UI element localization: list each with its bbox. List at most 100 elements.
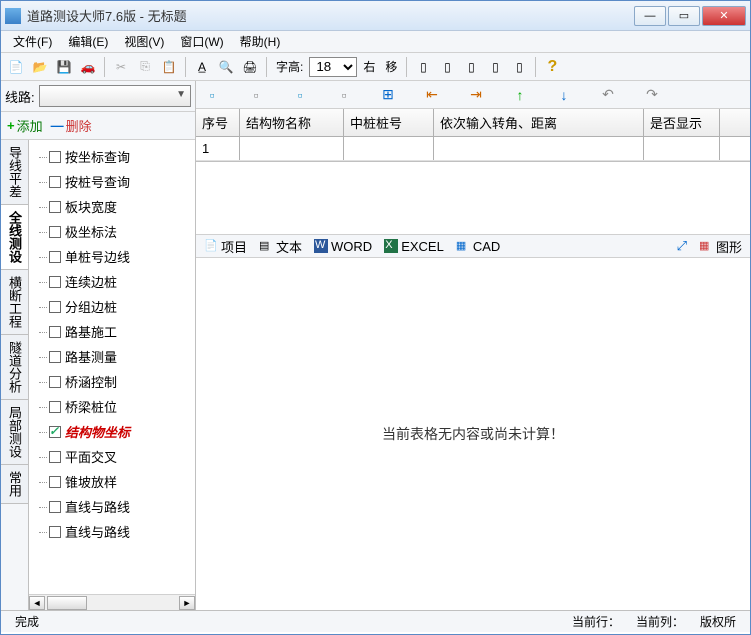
tree-item-7[interactable]: 路基施工 — [31, 319, 193, 344]
tree-item-3[interactable]: 极坐标法 — [31, 219, 193, 244]
tree-item-13[interactable]: 锥坡放样 — [31, 469, 193, 494]
tree-item-12[interactable]: 平面交叉 — [31, 444, 193, 469]
side-tab-2[interactable]: 横断工程 — [1, 270, 28, 335]
maximize-button[interactable]: ▭ — [668, 6, 700, 26]
tree-item-5[interactable]: 连续边桩 — [31, 269, 193, 294]
checkbox-icon[interactable] — [49, 276, 61, 288]
help-icon[interactable]: ? — [541, 56, 563, 78]
export-excel[interactable]: XEXCEL — [380, 239, 448, 254]
route-label: 线路: — [5, 87, 35, 106]
route-combo[interactable] — [39, 85, 191, 107]
tree-item-0[interactable]: 按坐标查询 — [31, 144, 193, 169]
align2-icon[interactable]: ▯ — [436, 56, 458, 78]
checkbox-icon[interactable] — [49, 426, 61, 438]
checkbox-icon[interactable] — [49, 476, 61, 488]
redo-icon[interactable]: ↷ — [642, 85, 662, 105]
checkbox-icon[interactable] — [49, 226, 61, 238]
side-tab-4[interactable]: 局部测设 — [1, 400, 28, 465]
font-height-select[interactable]: 18 — [309, 57, 357, 77]
side-tab-0[interactable]: 导线平差 — [1, 140, 28, 205]
scroll-left-icon[interactable]: ◄ — [29, 596, 45, 610]
copy-icon[interactable]: ⎘ — [134, 56, 156, 78]
tree-item-2[interactable]: 板块宽度 — [31, 194, 193, 219]
th-seq[interactable]: 序号 — [196, 109, 240, 136]
export-text[interactable]: ▤文本 — [255, 237, 306, 256]
menu-view[interactable]: 视图(V) — [118, 31, 170, 52]
text-icon: ▤ — [259, 239, 273, 253]
export-project[interactable]: 📄项目 — [200, 237, 251, 256]
close-button[interactable]: ✕ — [702, 6, 746, 26]
export-word[interactable]: WWORD — [310, 239, 376, 254]
th-stake[interactable]: 中桩桩号 — [344, 109, 434, 136]
undo-icon[interactable]: ↶ — [598, 85, 618, 105]
th-show[interactable]: 是否显示 — [644, 109, 720, 136]
move-down-icon[interactable]: ↓ — [554, 85, 574, 105]
scroll-right-icon[interactable]: ► — [179, 596, 195, 610]
h-scrollbar[interactable]: ◄ ► — [29, 594, 195, 610]
paste-row-icon[interactable]: ▫ — [290, 85, 310, 105]
menu-window[interactable]: 窗口(W) — [174, 31, 229, 52]
copy-row-icon[interactable]: ▫ — [246, 85, 266, 105]
tree-item-6[interactable]: 分组边桩 — [31, 294, 193, 319]
th-input[interactable]: 依次输入转角、距离 — [434, 109, 644, 136]
align4-icon[interactable]: ▯ — [484, 56, 506, 78]
tree-item-11[interactable]: 结构物坐标 — [31, 419, 193, 444]
menu-edit[interactable]: 编辑(E) — [62, 31, 114, 52]
insert-after-icon[interactable]: ⇥ — [466, 85, 486, 105]
calc-icon[interactable]: ⊞ — [378, 85, 398, 105]
checkbox-icon[interactable] — [49, 526, 61, 538]
checkbox-icon[interactable] — [49, 301, 61, 313]
menu-help[interactable]: 帮助(H) — [234, 31, 287, 52]
tree-item-10[interactable]: 桥梁桩位 — [31, 394, 193, 419]
cut-icon[interactable]: ✂ — [110, 56, 132, 78]
minimize-button[interactable]: — — [634, 6, 666, 26]
right-label[interactable]: 右 — [359, 58, 379, 75]
align1-icon[interactable]: ▯ — [412, 56, 434, 78]
add-button[interactable]: + 添加 — [7, 116, 43, 135]
export-graphic[interactable]: ▦图形 — [695, 237, 746, 256]
side-tab-5[interactable]: 常用 — [1, 465, 28, 504]
save-icon[interactable]: 💾 — [53, 56, 75, 78]
scroll-thumb[interactable] — [47, 596, 87, 610]
checkbox-icon[interactable] — [49, 351, 61, 363]
font-icon[interactable]: A̲ — [191, 56, 213, 78]
zoom-icon[interactable]: 🔍 — [215, 56, 237, 78]
tree-item-1[interactable]: 按桩号查询 — [31, 169, 193, 194]
move-up-icon[interactable]: ↑ — [510, 85, 530, 105]
checkbox-icon[interactable] — [49, 251, 61, 263]
checkbox-icon[interactable] — [49, 151, 61, 163]
checkbox-icon[interactable] — [49, 176, 61, 188]
tree-item-8[interactable]: 路基测量 — [31, 344, 193, 369]
checkbox-icon[interactable] — [49, 376, 61, 388]
tree-item-4[interactable]: 单桩号边线 — [31, 244, 193, 269]
move-label[interactable]: 移 — [381, 58, 401, 75]
side-tab-1[interactable]: 全线测设 — [1, 205, 28, 270]
insert-before-icon[interactable]: ⇤ — [422, 85, 442, 105]
open-icon[interactable]: 📂 — [29, 56, 51, 78]
tree-item-14[interactable]: 直线与路线 — [31, 494, 193, 519]
menu-file[interactable]: 文件(F) — [7, 31, 58, 52]
checkbox-icon[interactable] — [49, 401, 61, 413]
new-icon[interactable]: 📄 — [5, 56, 27, 78]
new-row-icon[interactable]: ▫ — [202, 85, 222, 105]
checkbox-icon[interactable] — [49, 451, 61, 463]
side-tab-3[interactable]: 隧道分析 — [1, 335, 28, 400]
th-name[interactable]: 结构物名称 — [240, 109, 344, 136]
align3-icon[interactable]: ▯ — [460, 56, 482, 78]
export-cad[interactable]: ▦CAD — [452, 239, 504, 254]
delete-row-icon[interactable]: ▫ — [334, 85, 354, 105]
paste-icon[interactable]: 📋 — [158, 56, 180, 78]
checkbox-icon[interactable] — [49, 201, 61, 213]
align5-icon[interactable]: ▯ — [508, 56, 530, 78]
table-header: 序号 结构物名称 中桩桩号 依次输入转角、距离 是否显示 — [196, 109, 750, 137]
status-done: 完成 — [7, 613, 47, 630]
tree-item-9[interactable]: 桥涵控制 — [31, 369, 193, 394]
tree-item-15[interactable]: 直线与路线 — [31, 519, 193, 544]
checkbox-icon[interactable] — [49, 501, 61, 513]
delete-button[interactable]: — 删除 — [51, 116, 92, 135]
checkbox-icon[interactable] — [49, 326, 61, 338]
car-icon[interactable]: 🚗 — [77, 56, 99, 78]
print-icon[interactable]: 🖨 — [239, 56, 261, 78]
chart-icon-btn[interactable]: ⤢ — [673, 238, 691, 254]
table-row[interactable]: 1 — [196, 137, 750, 161]
